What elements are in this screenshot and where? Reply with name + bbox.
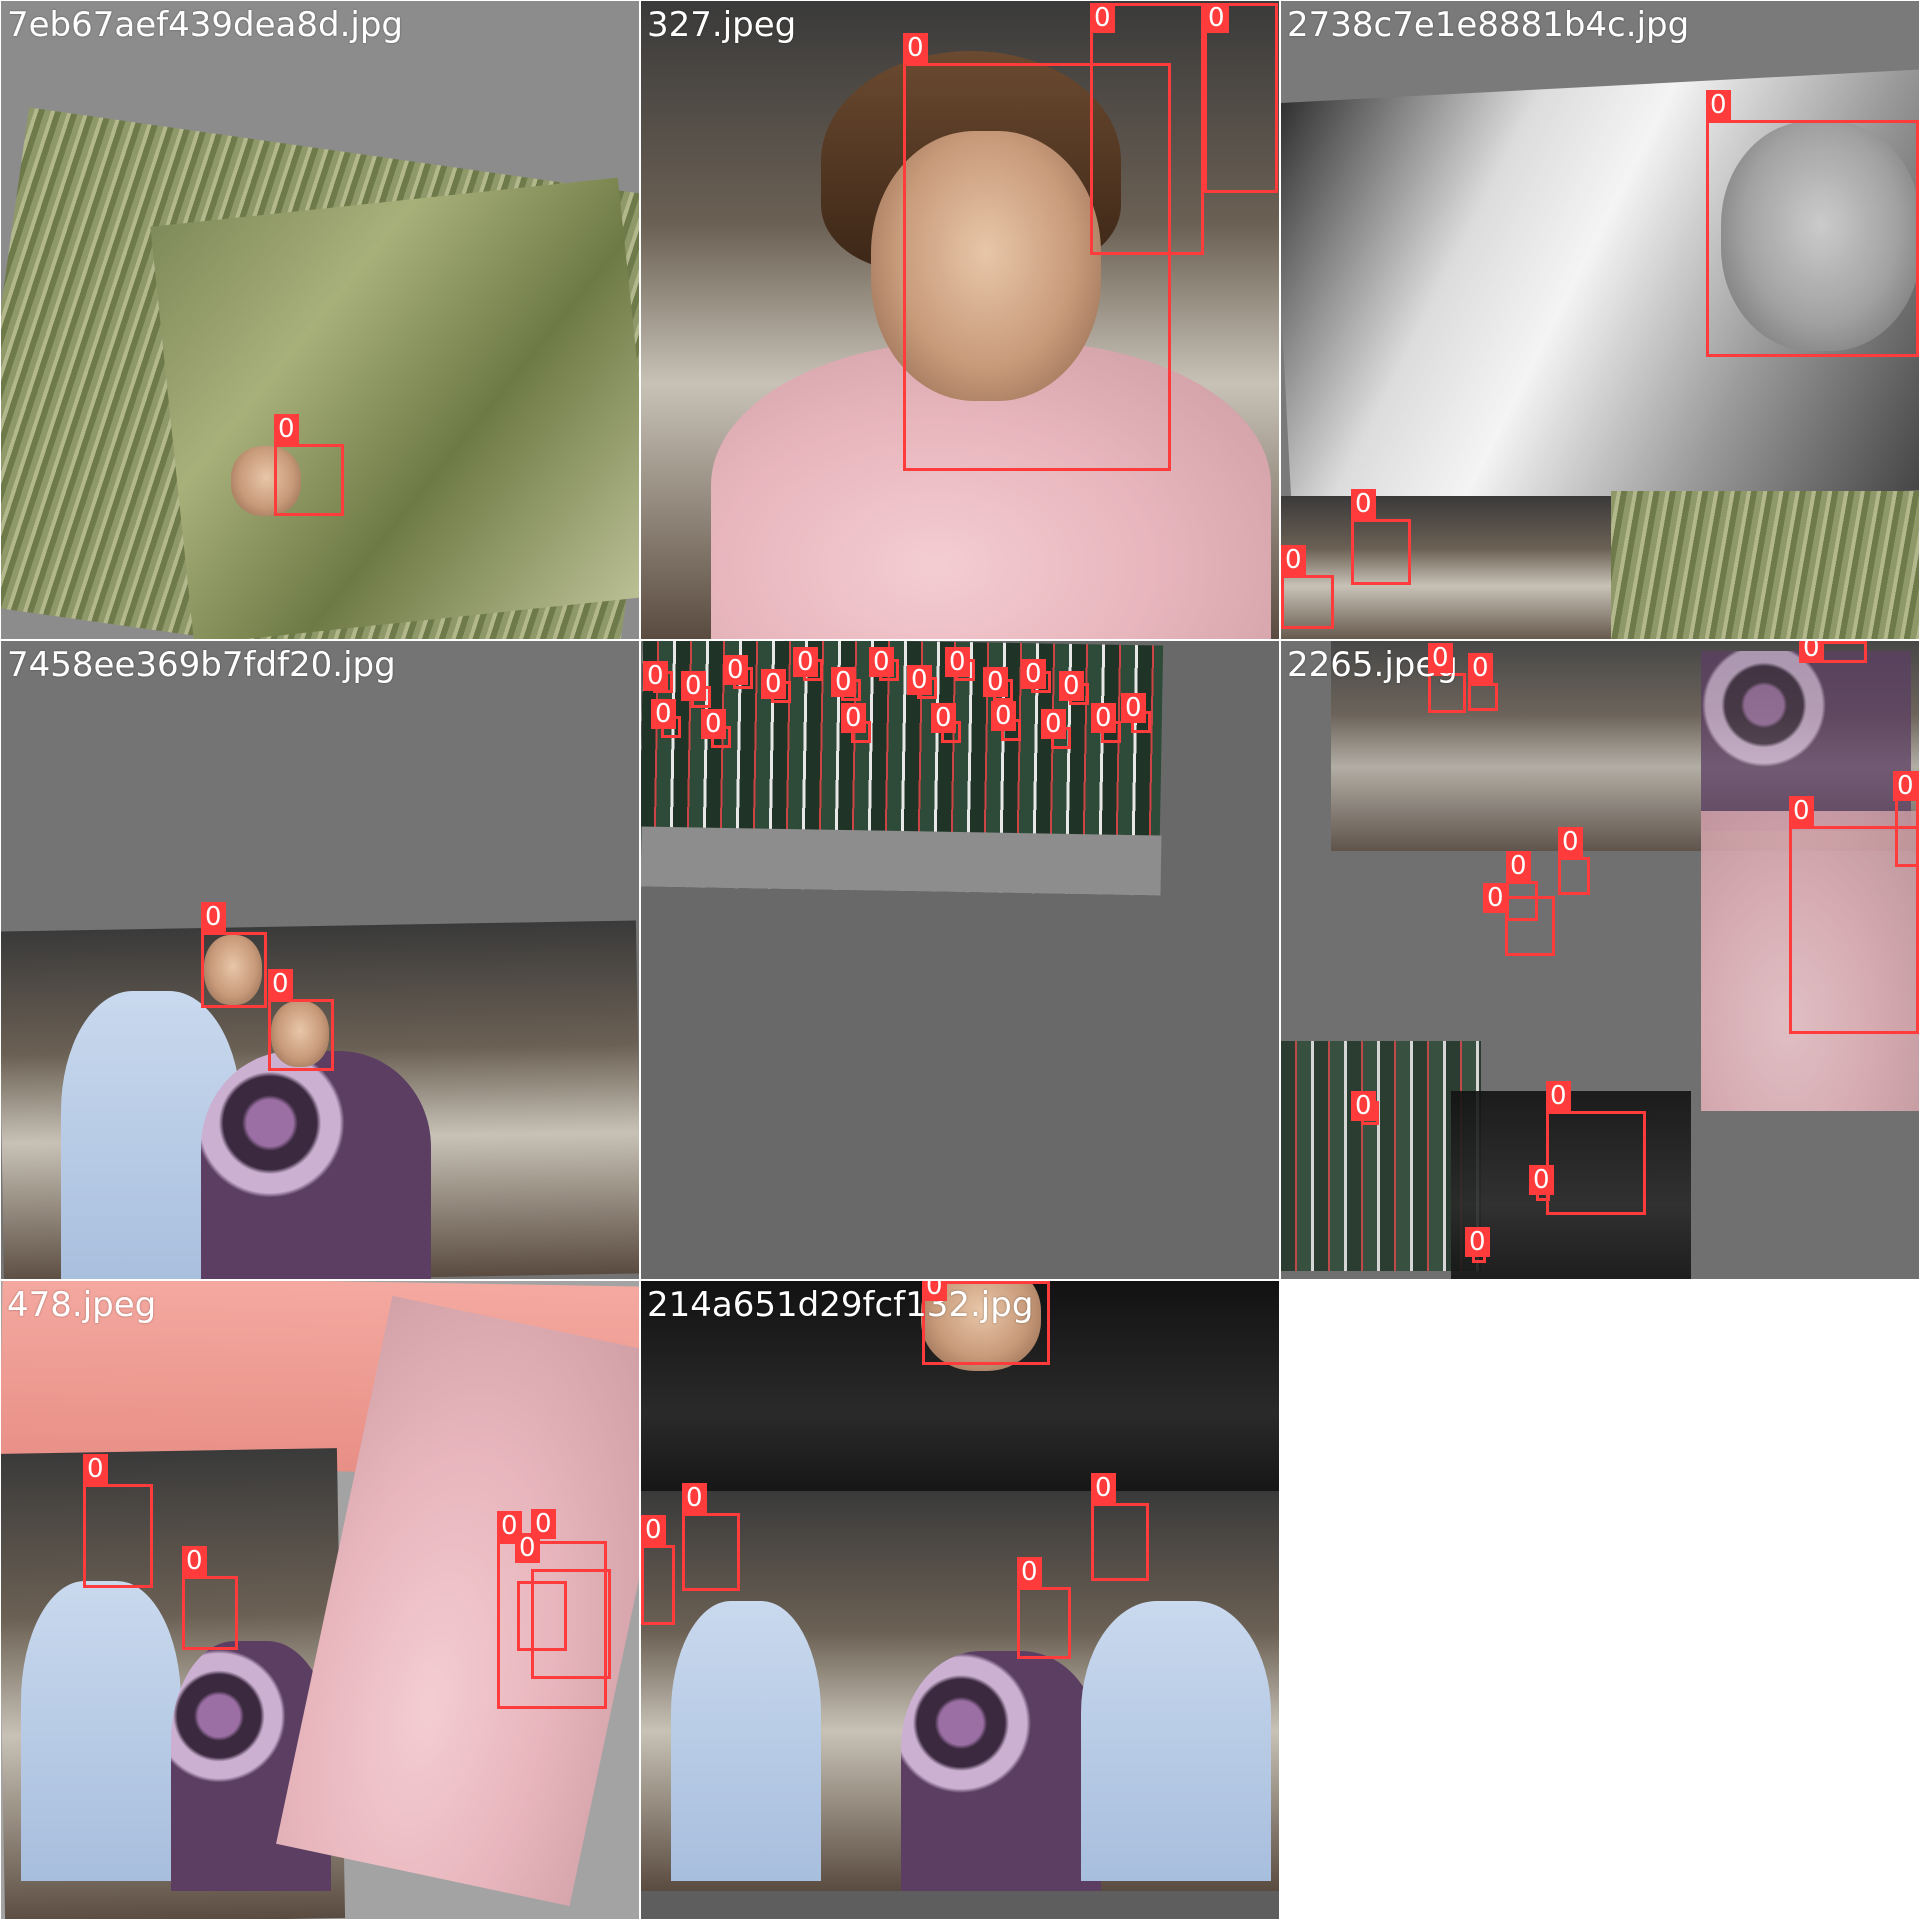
detection-label: 0 — [1351, 1091, 1376, 1121]
tile-7eb67aef439dea8d[interactable]: 7eb67aef439dea8d.jpg 0 — [1, 1, 639, 639]
detection-label: 0 — [1041, 709, 1066, 739]
tile-7458ee369b7fdf20[interactable]: 7458ee369b7fdf20.jpg 0 0 — [1, 641, 639, 1279]
detection-label: 0 — [761, 669, 786, 699]
tile-327[interactable]: 327.jpeg 0 0 0 — [641, 1, 1279, 639]
detection-label: 0 — [701, 709, 726, 739]
detection-label: 0 — [1091, 703, 1116, 733]
tile-filename: 327.jpeg — [647, 5, 797, 45]
detection-label: 0 — [1483, 883, 1508, 913]
detection-label: 0 — [681, 671, 706, 701]
tile-filename: 478.jpeg — [7, 1285, 157, 1325]
tile-filename: 7458ee369b7fdf20.jpg — [7, 645, 396, 685]
detection-label: 0 — [1529, 1165, 1554, 1195]
detection-label: 0 — [1204, 3, 1229, 33]
detection-box[interactable] — [1281, 575, 1334, 629]
detection-box[interactable] — [1468, 683, 1498, 711]
detection-box[interactable] — [1090, 3, 1204, 255]
detection-label: 0 — [991, 701, 1016, 731]
detection-label: 0 — [1428, 643, 1453, 673]
detection-box[interactable] — [1351, 519, 1411, 585]
detection-label: 0 — [268, 969, 293, 999]
detection-label: 0 — [651, 699, 676, 729]
detection-label: 0 — [1121, 693, 1146, 723]
detection-label: 0 — [983, 667, 1008, 697]
grass-photo — [1611, 491, 1919, 639]
detection-box[interactable] — [1091, 1503, 1149, 1581]
tile-filename: 7eb67aef439dea8d.jpg — [7, 5, 403, 45]
detection-label: 0 — [182, 1546, 207, 1576]
detection-box[interactable] — [641, 1545, 675, 1625]
mosaic-grid: 7eb67aef439dea8d.jpg 0 327.jpeg 0 0 0 27… — [0, 0, 1920, 1920]
detection-box[interactable] — [268, 999, 334, 1071]
man-shirt — [21, 1581, 181, 1881]
man-shirt-right — [1081, 1601, 1271, 1881]
detection-label: 0 — [793, 647, 818, 677]
man-shirt — [671, 1601, 821, 1881]
detection-label: 0 — [1546, 1081, 1571, 1111]
detection-label: 0 — [1893, 771, 1918, 801]
detection-box[interactable] — [682, 1513, 740, 1591]
detection-label: 0 — [83, 1454, 108, 1484]
tile-filename: 214a651d29fcf132.jpg — [647, 1285, 1034, 1325]
detection-box[interactable] — [201, 932, 267, 1008]
woman-blouse — [901, 1651, 1101, 1891]
detection-label: 0 — [1090, 3, 1115, 33]
child-photo — [150, 177, 639, 639]
detection-box[interactable] — [1505, 896, 1555, 956]
detection-label: 0 — [643, 661, 668, 691]
detection-label: 0 — [1789, 796, 1814, 826]
tile-478[interactable]: 478.jpeg 0 0 0 0 0 — [1, 1281, 639, 1919]
detection-label: 0 — [1017, 1557, 1042, 1587]
detection-box[interactable] — [517, 1581, 567, 1651]
tile-214a651d29fcf132[interactable]: 214a651d29fcf132.jpg 0 0 0 0 0 — [641, 1281, 1279, 1919]
detection-label: 0 — [1281, 545, 1306, 575]
detection-box[interactable] — [274, 444, 344, 516]
detection-label: 0 — [201, 902, 226, 932]
detection-label: 0 — [831, 667, 856, 697]
detection-label: 0 — [1091, 1473, 1116, 1503]
tile-filename: 2738c7e1e8881b4c.jpg — [1287, 5, 1690, 45]
detection-label: 0 — [1351, 489, 1376, 519]
detection-box[interactable] — [1017, 1587, 1071, 1659]
empty-tile — [1281, 1281, 1919, 1919]
tile-2738c7e1e8881b4c[interactable]: 2738c7e1e8881b4c.jpg 0 0 0 — [1281, 1, 1919, 639]
tile-2265[interactable]: 2265.jpeg 0 0 0 0 0 0 0 0 0 0 0 0 — [1281, 641, 1919, 1279]
detection-label: 0 — [1799, 641, 1824, 663]
detection-label: 0 — [1506, 851, 1531, 881]
detection-label: 0 — [1021, 659, 1046, 689]
detection-label: 0 — [869, 647, 894, 677]
detection-label: 0 — [1706, 90, 1731, 120]
detection-label: 0 — [1465, 1227, 1490, 1257]
detection-label: 0 — [723, 655, 748, 685]
detection-box[interactable] — [1706, 120, 1919, 357]
detection-label: 0 — [1059, 671, 1084, 701]
detection-label: 0 — [1468, 653, 1493, 683]
detection-label: 0 — [841, 703, 866, 733]
tile-parade[interactable]: 0 0 0 0 0 0 0 0 0 0 0 0 0 0 0 0 0 0 0 0 — [641, 641, 1279, 1279]
detection-label: 0 — [907, 665, 932, 695]
detection-label: 0 — [922, 1281, 947, 1301]
detection-label: 0 — [931, 703, 956, 733]
detection-box[interactable] — [83, 1484, 153, 1588]
detection-label: 0 — [903, 33, 928, 63]
woman-blouse — [201, 1051, 431, 1279]
detection-label: 0 — [682, 1483, 707, 1513]
detection-box[interactable] — [1546, 1111, 1646, 1215]
detection-label: 0 — [641, 1515, 666, 1545]
detection-label: 0 — [945, 647, 970, 677]
street — [641, 826, 1162, 896]
detection-label: 0 — [274, 414, 299, 444]
detection-label: 0 — [515, 1533, 540, 1563]
detection-box[interactable] — [1558, 857, 1590, 895]
detection-label: 0 — [1558, 827, 1583, 857]
detection-box[interactable] — [182, 1576, 238, 1650]
